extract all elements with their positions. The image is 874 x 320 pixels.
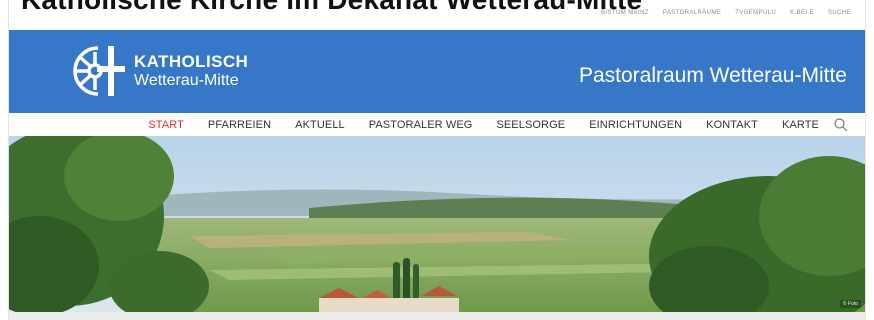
nav-item-kontakt[interactable]: KONTAKT	[706, 119, 758, 131]
site-header: KATHOLISCH Wetterau-Mitte Pastoralraum W…	[9, 30, 865, 113]
site-logo[interactable]: KATHOLISCH Wetterau-Mitte	[64, 40, 248, 102]
nav-item-seelsorge[interactable]: SEELSORGE	[496, 119, 565, 131]
utility-links: BISTUM MAINZ PASTORALRÄUME TVGEMPULU K.B…	[601, 10, 851, 16]
hero-image: © Foto	[9, 136, 865, 312]
nav-item-aktuell[interactable]: AKTUELL	[295, 119, 345, 131]
hero-credit: © Foto	[839, 300, 861, 308]
cross-wheel-logo-icon	[73, 46, 125, 96]
logo-line-katholisch: KATHOLISCH	[134, 51, 249, 71]
utility-link-4[interactable]: K.BEI.E	[790, 10, 814, 16]
nav-item-einrichtungen[interactable]: EINRICHTUNGEN	[589, 119, 682, 131]
utility-link-5[interactable]: SUCHE	[828, 10, 851, 16]
nav-item-start[interactable]: START	[148, 119, 184, 131]
site-name: Pastoralraum Wetterau-Mitte	[578, 64, 847, 87]
utility-link-pastoralraeume[interactable]: PASTORALRÄUME	[663, 10, 721, 16]
logo-text: KATHOLISCH Wetterau-Mitte	[134, 51, 249, 89]
utility-link-bistum[interactable]: BISTUM MAINZ	[601, 10, 649, 16]
page-frame: Katholische Kirche im Dekanat Wetterau-M…	[8, 0, 866, 320]
nav-item-pastoraler-weg[interactable]: PASTORALER WEG	[369, 119, 473, 131]
nav-item-pfarreien[interactable]: PFARREIEN	[208, 119, 271, 131]
main-navigation: START PFARREIEN AKTUELL PASTORALER WEG S…	[9, 113, 865, 136]
cropped-heading: Katholische Kirche im Dekanat Wetterau-M…	[21, 0, 642, 16]
nav-item-karte[interactable]: KARTE	[782, 119, 819, 131]
landscape-image	[9, 136, 865, 312]
search-icon[interactable]	[833, 117, 849, 133]
utility-link-3[interactable]: TVGEMPULU	[735, 10, 776, 16]
content-strip	[9, 312, 865, 320]
logo-line-region: Wetterau-Mitte	[134, 71, 239, 89]
